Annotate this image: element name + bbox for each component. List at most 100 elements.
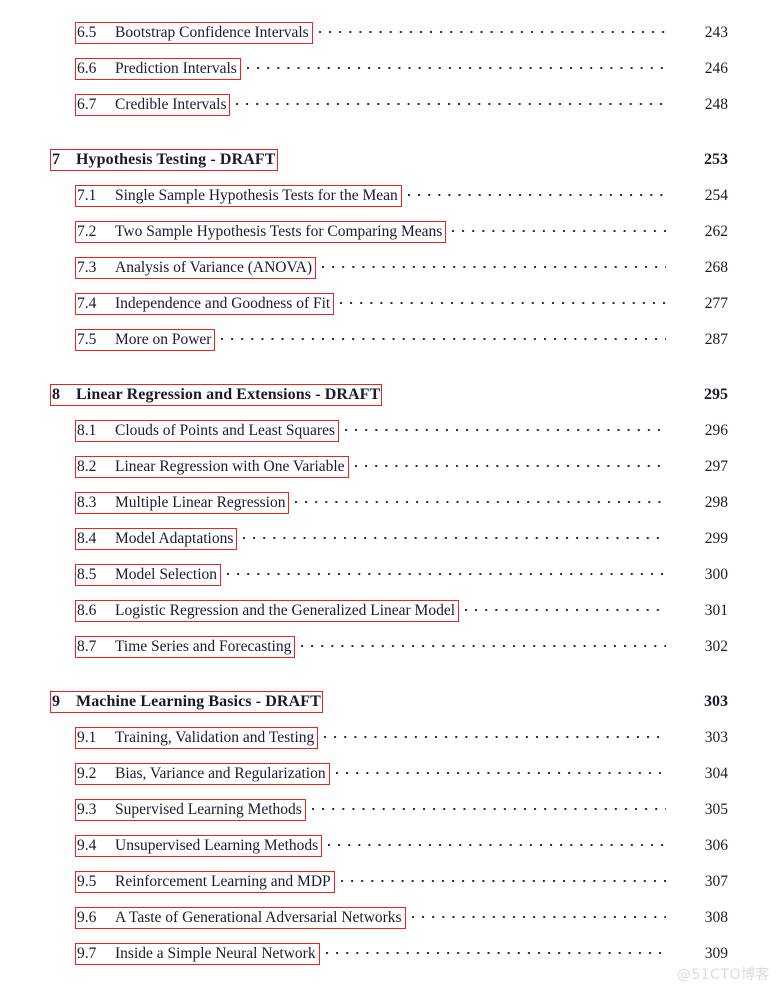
dot-leader (301, 632, 666, 651)
toc-entry-9-5[interactable]: 9.5 Reinforcement Learning and MDP 307 (0, 867, 784, 893)
toc-link-box[interactable]: 9 Machine Learning Basics - DRAFT (50, 691, 323, 713)
toc-entry-page-number: 305 (704, 801, 728, 818)
toc-entry-number: 8.6 (77, 602, 97, 619)
toc-entry-8-7[interactable]: 8.7 Time Series and Forecasting 302 (0, 632, 784, 658)
toc-entry-9-2[interactable]: 9.2 Bias, Variance and Regularization 304 (0, 759, 784, 785)
toc-entry-page-number: 253 (704, 151, 728, 168)
toc-link-box[interactable]: 7.3 Analysis of Variance (ANOVA) (75, 257, 317, 279)
toc-link-box[interactable]: 7.1 Single Sample Hypothesis Tests for th… (75, 185, 402, 207)
toc-entry-number: 6.5 (77, 24, 97, 41)
toc-entry-title: Machine Learning Basics - DRAFT (76, 693, 321, 710)
toc-link-box[interactable]: 8.6 Logistic Regression and the Generaliz… (75, 600, 460, 622)
toc-entry-page-number: 303 (704, 729, 728, 746)
dot-leader (243, 524, 666, 543)
toc-entry-6-7[interactable]: 6.7 Credible Intervals 248 (0, 90, 784, 116)
dot-leader (284, 145, 666, 164)
toc-entry-title: Time Series and Forecasting (115, 638, 292, 655)
toc-link-box[interactable]: 7.5 More on Power (75, 329, 216, 351)
toc-link-box[interactable]: 9.6 A Taste of Generational Adversarial N… (75, 907, 406, 929)
dot-leader (407, 181, 666, 200)
toc-entry-9-4[interactable]: 9.4 Unsupervised Learning Methods 306 (0, 831, 784, 857)
toc-link-box[interactable]: 9.2 Bias, Variance and Regularization (75, 763, 330, 785)
toc-link-box[interactable]: 7.4 Independence and Goodness of Fit (75, 293, 335, 315)
toc-entry-number: 8.2 (77, 458, 97, 475)
toc-entry-8-5[interactable]: 8.5 Model Selection 300 (0, 560, 784, 586)
toc-link-box[interactable]: 9.7 Inside a Simple Neural Network (75, 943, 320, 965)
toc-entry-number: 9.4 (77, 837, 97, 854)
toc-entry-7-4[interactable]: 7.4 Independence and Goodness of Fit 277 (0, 289, 784, 315)
toc-link-box[interactable]: 9.4 Unsupervised Learning Methods (75, 835, 323, 857)
toc-entry-number: 9.5 (77, 873, 97, 890)
toc-entry-8[interactable]: 8 Linear Regression and Extensions - DRAF… (0, 380, 784, 406)
dot-leader (246, 54, 666, 73)
dot-leader (345, 416, 666, 435)
toc-entry-page-number: 296 (704, 422, 728, 439)
toc-entry-8-6[interactable]: 8.6 Logistic Regression and the Generaliz… (0, 596, 784, 622)
toc-entry-8-1[interactable]: 8.1 Clouds of Points and Least Squares 296 (0, 416, 784, 442)
toc-entry-7-3[interactable]: 7.3 Analysis of Variance (ANOVA) 268 (0, 253, 784, 279)
toc-entry-page-number: 287 (704, 331, 728, 348)
toc-entry-number: 6.7 (77, 96, 97, 113)
toc-entry-8-4[interactable]: 8.4 Model Adaptations 299 (0, 524, 784, 550)
toc-link-box[interactable]: 8.2 Linear Regression with One Variable (75, 456, 349, 478)
toc-entry-number: 7.3 (77, 259, 97, 276)
toc-link-box[interactable]: 6.7 Credible Intervals (75, 94, 231, 116)
dot-leader (452, 217, 666, 236)
toc-entry-7-2[interactable]: 7.2 Two Sample Hypothesis Tests for Compa… (0, 217, 784, 243)
toc-entry-number: 9.7 (77, 945, 97, 962)
toc-entry-9-7[interactable]: 9.7 Inside a Simple Neural Network 309 (0, 939, 784, 965)
toc-entry-page-number: 309 (704, 945, 728, 962)
toc-link-box[interactable]: 8.7 Time Series and Forecasting (75, 636, 296, 658)
toc-entry-number: 7 (52, 151, 61, 168)
toc-entry-9-1[interactable]: 9.1 Training, Validation and Testing 303 (0, 723, 784, 749)
toc-entry-page-number: 303 (704, 693, 728, 710)
toc-link-box[interactable]: 6.6 Prediction Intervals (75, 58, 241, 80)
table-of-contents: 6.5 Bootstrap Confidence Intervals 243 6.6 P… (0, 0, 784, 992)
toc-entry-number: 8.3 (77, 494, 97, 511)
toc-entry-page-number: 308 (704, 909, 728, 926)
toc-entry-6-5[interactable]: 6.5 Bootstrap Confidence Intervals 243 (0, 18, 784, 44)
toc-entry-7-5[interactable]: 7.5 More on Power 287 (0, 325, 784, 351)
toc-link-box[interactable]: 8.5 Model Selection (75, 564, 222, 586)
toc-entry-number: 8.1 (77, 422, 97, 439)
toc-entry-title: Single Sample Hypothesis Tests for the M… (115, 187, 398, 204)
toc-entry-page-number: 277 (704, 295, 728, 312)
dot-leader (388, 380, 666, 399)
dot-leader (318, 18, 666, 37)
dot-leader (335, 759, 666, 778)
toc-entry-number: 9.1 (77, 729, 97, 746)
toc-entry-6-6[interactable]: 6.6 Prediction Intervals 246 (0, 54, 784, 80)
toc-link-box[interactable]: 8 Linear Regression and Extensions - DRAF… (50, 384, 383, 406)
dot-leader (411, 903, 666, 922)
toc-link-box[interactable]: 9.5 Reinforcement Learning and MDP (75, 871, 335, 893)
toc-link-box[interactable]: 7 Hypothesis Testing - DRAFT (50, 149, 278, 171)
toc-entry-9-6[interactable]: 9.6 A Taste of Generational Adversarial N… (0, 903, 784, 929)
toc-link-box[interactable]: 9.3 Supervised Learning Methods (75, 799, 306, 821)
toc-link-box[interactable]: 9.1 Training, Validation and Testing (75, 727, 319, 749)
toc-entry-number: 6.6 (77, 60, 97, 77)
dot-leader (324, 723, 666, 742)
dot-leader (221, 325, 666, 344)
toc-entry-title: Multiple Linear Regression (115, 494, 286, 511)
toc-link-box[interactable]: 8.4 Model Adaptations (75, 528, 238, 550)
toc-entry-number: 7.4 (77, 295, 97, 312)
toc-link-box[interactable]: 6.5 Bootstrap Confidence Intervals (75, 22, 313, 44)
toc-entry-number: 7.5 (77, 331, 97, 348)
toc-link-box[interactable]: 7.2 Two Sample Hypothesis Tests for Compa… (75, 221, 447, 243)
dot-leader (325, 939, 666, 958)
toc-link-box[interactable]: 8.1 Clouds of Points and Least Squares (75, 420, 339, 442)
toc-entry-title: Bootstrap Confidence Intervals (115, 24, 309, 41)
toc-entry-8-3[interactable]: 8.3 Multiple Linear Regression 298 (0, 488, 784, 514)
toc-entry-8-2[interactable]: 8.2 Linear Regression with One Variable 29… (0, 452, 784, 478)
dot-leader (340, 289, 666, 308)
toc-entry-9[interactable]: 9 Machine Learning Basics - DRAFT 303 (0, 687, 784, 713)
toc-entry-title: Logistic Regression and the Generalized … (115, 602, 456, 619)
toc-entry-title: Prediction Intervals (115, 60, 237, 77)
toc-entry-7-1[interactable]: 7.1 Single Sample Hypothesis Tests for th… (0, 181, 784, 207)
toc-entry-9-3[interactable]: 9.3 Supervised Learning Methods 305 (0, 795, 784, 821)
dot-leader (329, 687, 666, 706)
toc-entry-7[interactable]: 7 Hypothesis Testing - DRAFT 253 (0, 145, 784, 171)
toc-entry-page-number: 304 (704, 765, 728, 782)
toc-link-box[interactable]: 8.3 Multiple Linear Regression (75, 492, 290, 514)
toc-entry-number: 8.5 (77, 566, 97, 583)
